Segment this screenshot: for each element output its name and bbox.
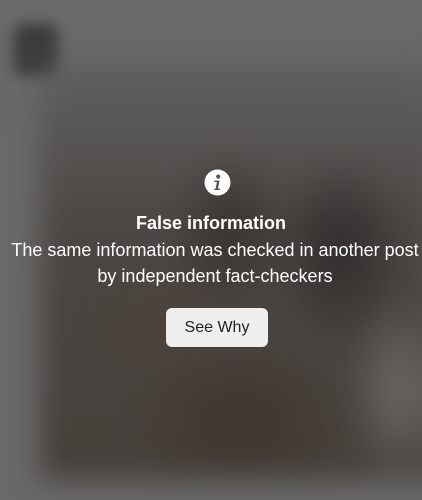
info-icon (204, 169, 231, 196)
see-why-button[interactable]: See Why (166, 308, 268, 347)
warning-message: The same information was checked in anot… (11, 240, 419, 286)
warning-title: False information (135, 213, 287, 233)
post-screen: False information The same information w… (0, 0, 422, 500)
false-information-overlay: False information The same information w… (0, 0, 422, 500)
